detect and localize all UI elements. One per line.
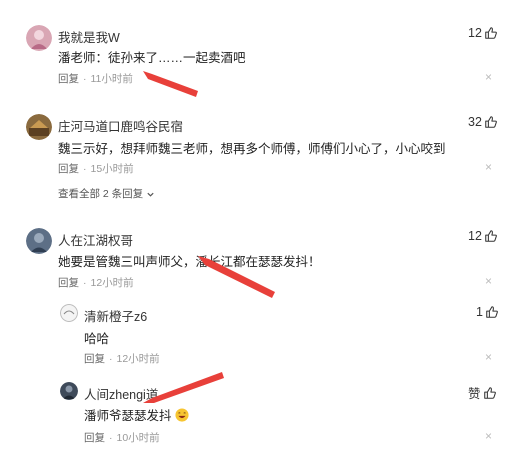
like-button[interactable]: 32 — [468, 115, 498, 129]
thumb-up-icon — [485, 27, 497, 39]
avatar[interactable] — [26, 25, 52, 51]
comment-username[interactable]: 我就是我W — [58, 27, 120, 46]
comment-username[interactable]: 人在江湖权哥 — [58, 230, 133, 249]
comment-text: 魏三示好，想拜师魏三老师，想再多个师傅，师傅们小心了，小心咬到 — [58, 142, 446, 156]
close-icon[interactable]: × — [485, 350, 492, 364]
close-icon[interactable]: × — [485, 274, 492, 288]
thumb-up-icon — [485, 116, 497, 128]
like-button[interactable]: 赞 — [468, 383, 497, 402]
reply-button[interactable]: 回复 — [84, 432, 105, 444]
like-button[interactable]: 12 — [468, 26, 498, 40]
like-button[interactable]: 12 — [468, 229, 498, 243]
reply-username[interactable]: 人间zhengi道 — [84, 384, 158, 403]
thumb-up-icon — [483, 386, 496, 399]
like-count: 32 — [468, 115, 482, 129]
avatar[interactable] — [26, 114, 52, 140]
like-button[interactable]: 1 — [476, 305, 499, 319]
reply-text-label: 潘师爷瑟瑟发抖 — [84, 409, 172, 423]
timestamp: 10小时前 — [116, 432, 160, 444]
close-icon[interactable]: × — [485, 429, 492, 443]
comment-meta: 回复 · 11小时前 — [58, 73, 133, 85]
reply-meta: 回复 · 12小时前 — [84, 353, 160, 365]
chevron-down-icon — [147, 192, 154, 197]
close-icon[interactable]: × — [485, 160, 492, 174]
comment-meta: 回复 · 12小时前 — [58, 277, 134, 289]
comment-text: 她要是管魏三叫声师父，潘长江都在瑟瑟发抖！ — [58, 255, 321, 269]
comment-meta: 回复 · 15小时前 — [58, 163, 134, 175]
like-count: 12 — [468, 229, 482, 243]
timestamp: 11小时前 — [90, 73, 133, 85]
expand-replies-button[interactable]: 查看全部 2 条回复 — [58, 186, 155, 201]
laughing-emoji-icon — [175, 408, 189, 422]
comment-username[interactable]: 庄河马道口鹿鸣谷民宿 — [58, 116, 183, 135]
timestamp: 12小时前 — [116, 353, 160, 365]
like-label: 赞 — [468, 387, 481, 401]
avatar[interactable] — [26, 228, 52, 254]
avatar[interactable] — [60, 304, 78, 322]
like-count: 1 — [476, 305, 483, 319]
reply-text: 潘师爷瑟瑟发抖 — [84, 405, 189, 424]
annotation-arrow — [143, 71, 275, 403]
reply-button[interactable]: 回复 — [58, 277, 79, 289]
thumb-up-icon — [485, 230, 497, 242]
reply-text: 哈哈 — [84, 332, 110, 346]
reply-meta: 回复 · 10小时前 — [84, 432, 160, 444]
avatar[interactable] — [60, 382, 78, 400]
reply-button[interactable]: 回复 — [84, 353, 105, 365]
like-count: 12 — [468, 26, 482, 40]
expand-replies-label: 查看全部 2 条回复 — [58, 188, 144, 200]
thumb-up-icon — [486, 306, 498, 318]
timestamp: 12小时前 — [90, 277, 134, 289]
reply-button[interactable]: 回复 — [58, 163, 79, 175]
close-icon[interactable]: × — [485, 70, 492, 84]
reply-username[interactable]: 清新橙子z6 — [84, 306, 147, 325]
timestamp: 15小时前 — [90, 163, 134, 175]
comment-text: 潘老师：徒孙来了……一起卖酒吧 — [58, 51, 246, 65]
reply-button[interactable]: 回复 — [58, 73, 79, 85]
